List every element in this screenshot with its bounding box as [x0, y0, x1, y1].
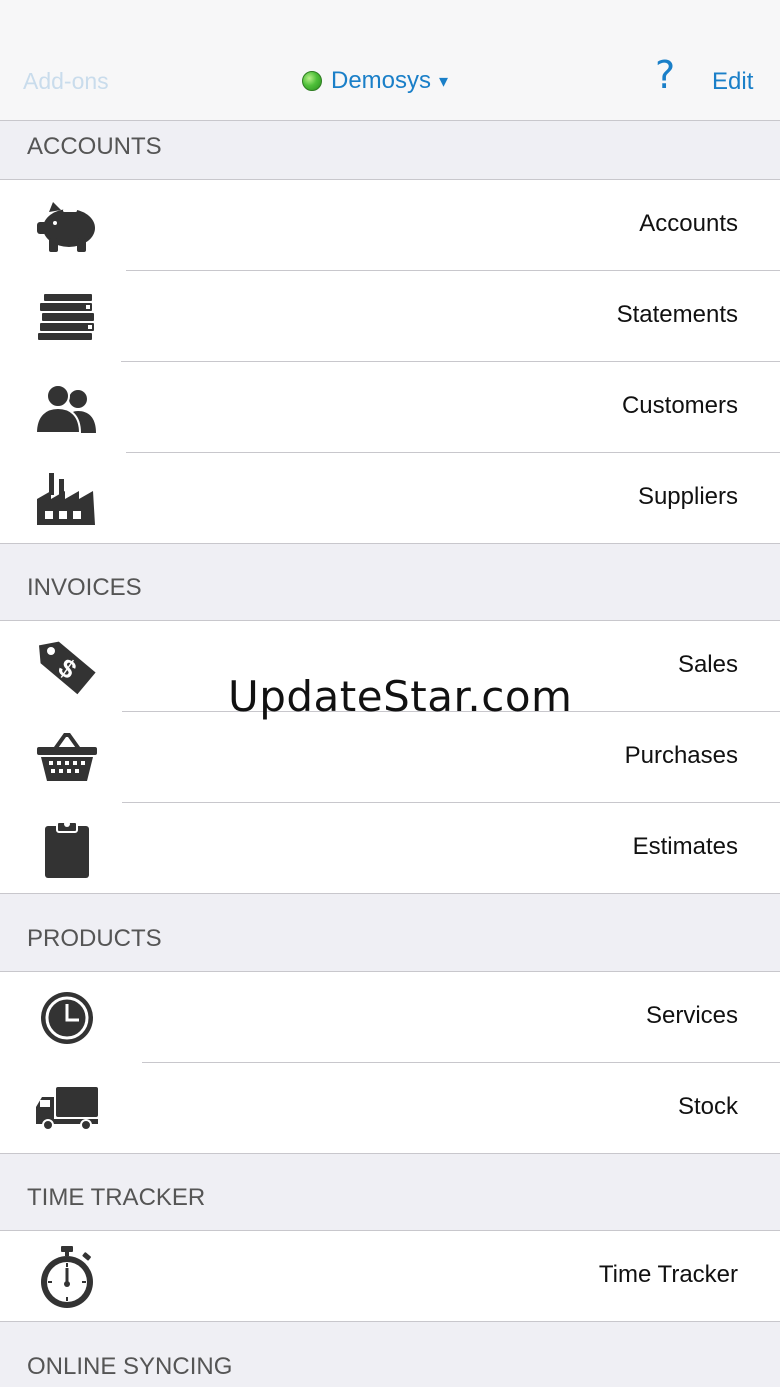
add-ons-button[interactable]: Add-ons	[23, 68, 109, 95]
company-name: Demosys	[331, 67, 432, 94]
section-header-online-syncing: ONLINE SYNCING	[27, 1353, 233, 1380]
clipboard-icon	[34, 819, 100, 879]
list-item-suppliers[interactable]: Suppliers	[0, 453, 780, 544]
clock-icon	[34, 988, 100, 1048]
price-tag-icon: $	[34, 637, 100, 697]
section-header-time-tracker: TIME TRACKER	[27, 1184, 206, 1211]
list-item-customers[interactable]: Customers	[0, 362, 780, 453]
item-label: Purchases	[624, 742, 738, 769]
invoices-group: $ Sales Purchases Estimates	[0, 620, 780, 894]
watermark-text: UpdateStar.com	[228, 672, 573, 721]
section-header-invoices: INVOICES	[27, 574, 142, 601]
section-header-products: PRODUCTS	[27, 925, 162, 952]
chevron-down-icon: ▾	[439, 70, 449, 91]
list-item-purchases[interactable]: Purchases	[0, 712, 780, 803]
piggy-bank-icon	[34, 196, 100, 256]
item-label: Customers	[621, 392, 738, 419]
navigation-bar: Add-ons Demosys ▾ ? Edit	[0, 0, 780, 121]
accounts-group: Accounts Statements Customers Suppliers	[0, 179, 780, 544]
list-item-accounts[interactable]: Accounts	[0, 180, 780, 271]
truck-icon	[34, 1079, 100, 1139]
edit-button[interactable]: Edit	[712, 68, 753, 96]
item-label: Sales	[677, 651, 738, 678]
factory-icon	[34, 469, 100, 529]
company-selector[interactable]: Demosys ▾	[302, 64, 448, 98]
item-label: Stock	[677, 1093, 738, 1120]
item-label: Time Tracker	[598, 1261, 738, 1288]
item-label: Suppliers	[637, 483, 738, 510]
basket-icon	[34, 728, 100, 788]
item-label: Statements	[616, 301, 738, 328]
stacked-books-icon	[34, 287, 100, 347]
list-item-services[interactable]: Services	[0, 972, 780, 1063]
section-header-accounts: ACCOUNTS	[27, 133, 162, 160]
list-item-statements[interactable]: Statements	[0, 271, 780, 362]
item-label: Estimates	[632, 833, 738, 860]
stopwatch-icon	[34, 1246, 100, 1308]
list-item-stock[interactable]: Stock	[0, 1063, 780, 1154]
time-tracker-group: Time Tracker	[0, 1230, 780, 1322]
online-status-icon	[302, 71, 322, 91]
item-label: Accounts	[639, 210, 738, 237]
item-label: Services	[645, 1002, 738, 1029]
list-item-estimates[interactable]: Estimates	[0, 803, 780, 894]
help-icon[interactable]: ?	[655, 56, 675, 94]
products-group: Services Stock	[0, 971, 780, 1154]
list-item-time-tracker[interactable]: Time Tracker	[0, 1231, 780, 1322]
people-icon	[34, 378, 100, 438]
